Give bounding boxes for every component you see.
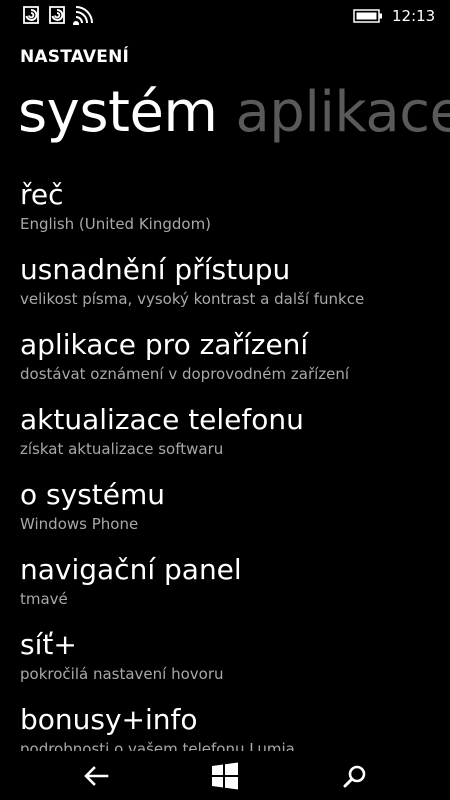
- wifi-icon: [73, 6, 93, 25]
- tab-system[interactable]: systém: [18, 78, 218, 148]
- settings-item-title: o systému: [20, 478, 166, 511]
- page-title: NASTAVENÍ: [20, 47, 130, 67]
- navigation-bar: [0, 751, 450, 800]
- settings-item-title: bonusy+info: [20, 703, 198, 736]
- settings-item-subtitle: pokročilá nastavení hovoru: [20, 665, 224, 683]
- settings-item-title: řeč: [20, 178, 64, 211]
- start-button[interactable]: [210, 761, 240, 791]
- settings-item-phone-update[interactable]: aktualizace telefonu získat aktualizace …: [20, 401, 440, 476]
- settings-item-subtitle: Windows Phone: [20, 515, 139, 533]
- settings-item-title: síť+: [20, 628, 77, 661]
- settings-item-speech[interactable]: řeč English (United Kingdom): [20, 176, 440, 251]
- status-time: 12:13: [392, 7, 436, 25]
- pivot-header: systém aplikace: [18, 78, 450, 148]
- settings-item-title: navigační panel: [20, 553, 242, 586]
- tab-applications[interactable]: aplikace: [235, 78, 450, 148]
- settings-item-subtitle: tmavé: [20, 590, 68, 608]
- status-bar: 12:13: [0, 0, 450, 32]
- settings-item-subtitle: velikost písma, vysoký kontrast a další …: [20, 290, 365, 308]
- back-button[interactable]: [81, 761, 111, 791]
- settings-item-extras-info[interactable]: bonusy+info podrobnosti o vašem telefonu…: [20, 701, 440, 751]
- settings-item-title: aktualizace telefonu: [20, 403, 304, 436]
- settings-item-subtitle: English (United Kingdom): [20, 215, 212, 233]
- settings-list: řeč English (United Kingdom) usnadnění p…: [20, 176, 440, 751]
- settings-item-subtitle: podrobnosti o vašem telefonu Lumia: [20, 740, 295, 751]
- notification-icon: [23, 6, 39, 24]
- settings-item-device-apps[interactable]: aplikace pro zařízení dostávat oznámení …: [20, 326, 440, 401]
- notification-icon: [49, 6, 65, 24]
- settings-item-subtitle: dostávat oznámení v doprovodném zařízení: [20, 365, 350, 383]
- back-icon: [84, 766, 109, 786]
- settings-item-about[interactable]: o systému Windows Phone: [20, 476, 440, 551]
- settings-item-network-plus[interactable]: síť+ pokročilá nastavení hovoru: [20, 626, 440, 701]
- windows-start-icon: [212, 762, 238, 790]
- search-icon: [343, 765, 366, 788]
- battery-icon: [353, 9, 382, 23]
- settings-item-navigation-bar[interactable]: navigační panel tmavé: [20, 551, 440, 626]
- settings-item-title: usnadnění přístupu: [20, 253, 291, 286]
- search-button[interactable]: [340, 761, 370, 791]
- settings-item-title: aplikace pro zařízení: [20, 328, 309, 361]
- settings-item-subtitle: získat aktualizace softwaru: [20, 440, 224, 458]
- settings-item-accessibility[interactable]: usnadnění přístupu velikost písma, vysok…: [20, 251, 440, 326]
